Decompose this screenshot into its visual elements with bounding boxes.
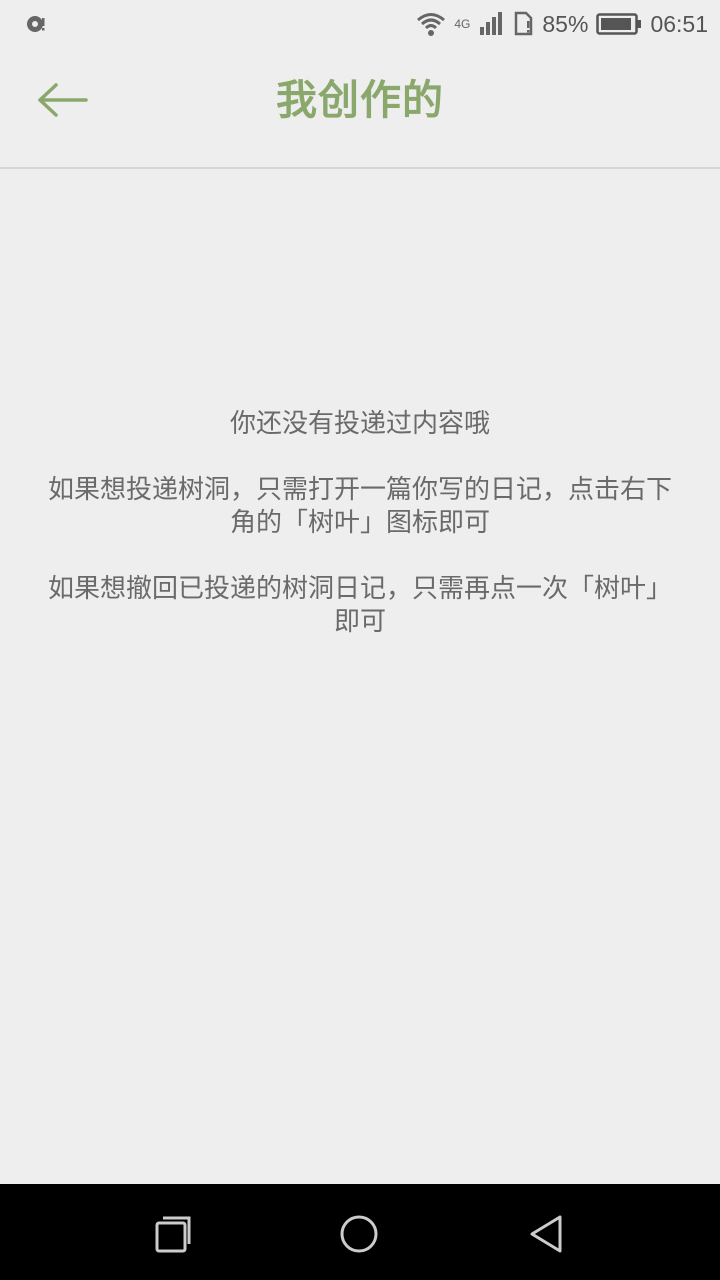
- notification-dot-icon: [27, 16, 45, 32]
- empty-state-line-3: 如果想撤回已投递的树洞日记，只需再点一次「树叶」即可: [47, 574, 672, 637]
- wifi-icon: [417, 13, 446, 36]
- triangle-back-icon: [530, 1215, 562, 1253]
- page-title: 我创作的: [276, 76, 444, 124]
- nav-back-button[interactable]: [516, 1206, 576, 1262]
- battery-percent: 85%: [542, 10, 589, 37]
- signal-icon: [480, 12, 503, 35]
- network-type-label: 4G: [454, 17, 471, 31]
- status-icons: 4G 85% 06:51: [416, 0, 708, 48]
- home-button[interactable]: [329, 1206, 389, 1262]
- battery-icon: [596, 13, 642, 35]
- empty-state-message: 你还没有投递过内容哦 如果想投递树洞，只需打开一篇你写的日记，点击右下角的「树叶…: [40, 408, 680, 672]
- status-bar: 4G 85% 06:51: [0, 0, 720, 48]
- empty-state-line-2: 如果想投递树洞，只需打开一篇你写的日记，点击右下角的「树叶」图标即可: [47, 475, 672, 538]
- recents-square-icon: [155, 1216, 191, 1253]
- recents-button[interactable]: [143, 1206, 203, 1262]
- empty-state-line-1: 你还没有投递过内容哦: [229, 409, 490, 439]
- system-nav-bar: [0, 1184, 720, 1280]
- home-circle-icon: [340, 1215, 378, 1253]
- app-bar: 我创作的: [0, 48, 720, 169]
- sim-card-icon: [515, 11, 533, 36]
- clock: 06:51: [650, 10, 708, 37]
